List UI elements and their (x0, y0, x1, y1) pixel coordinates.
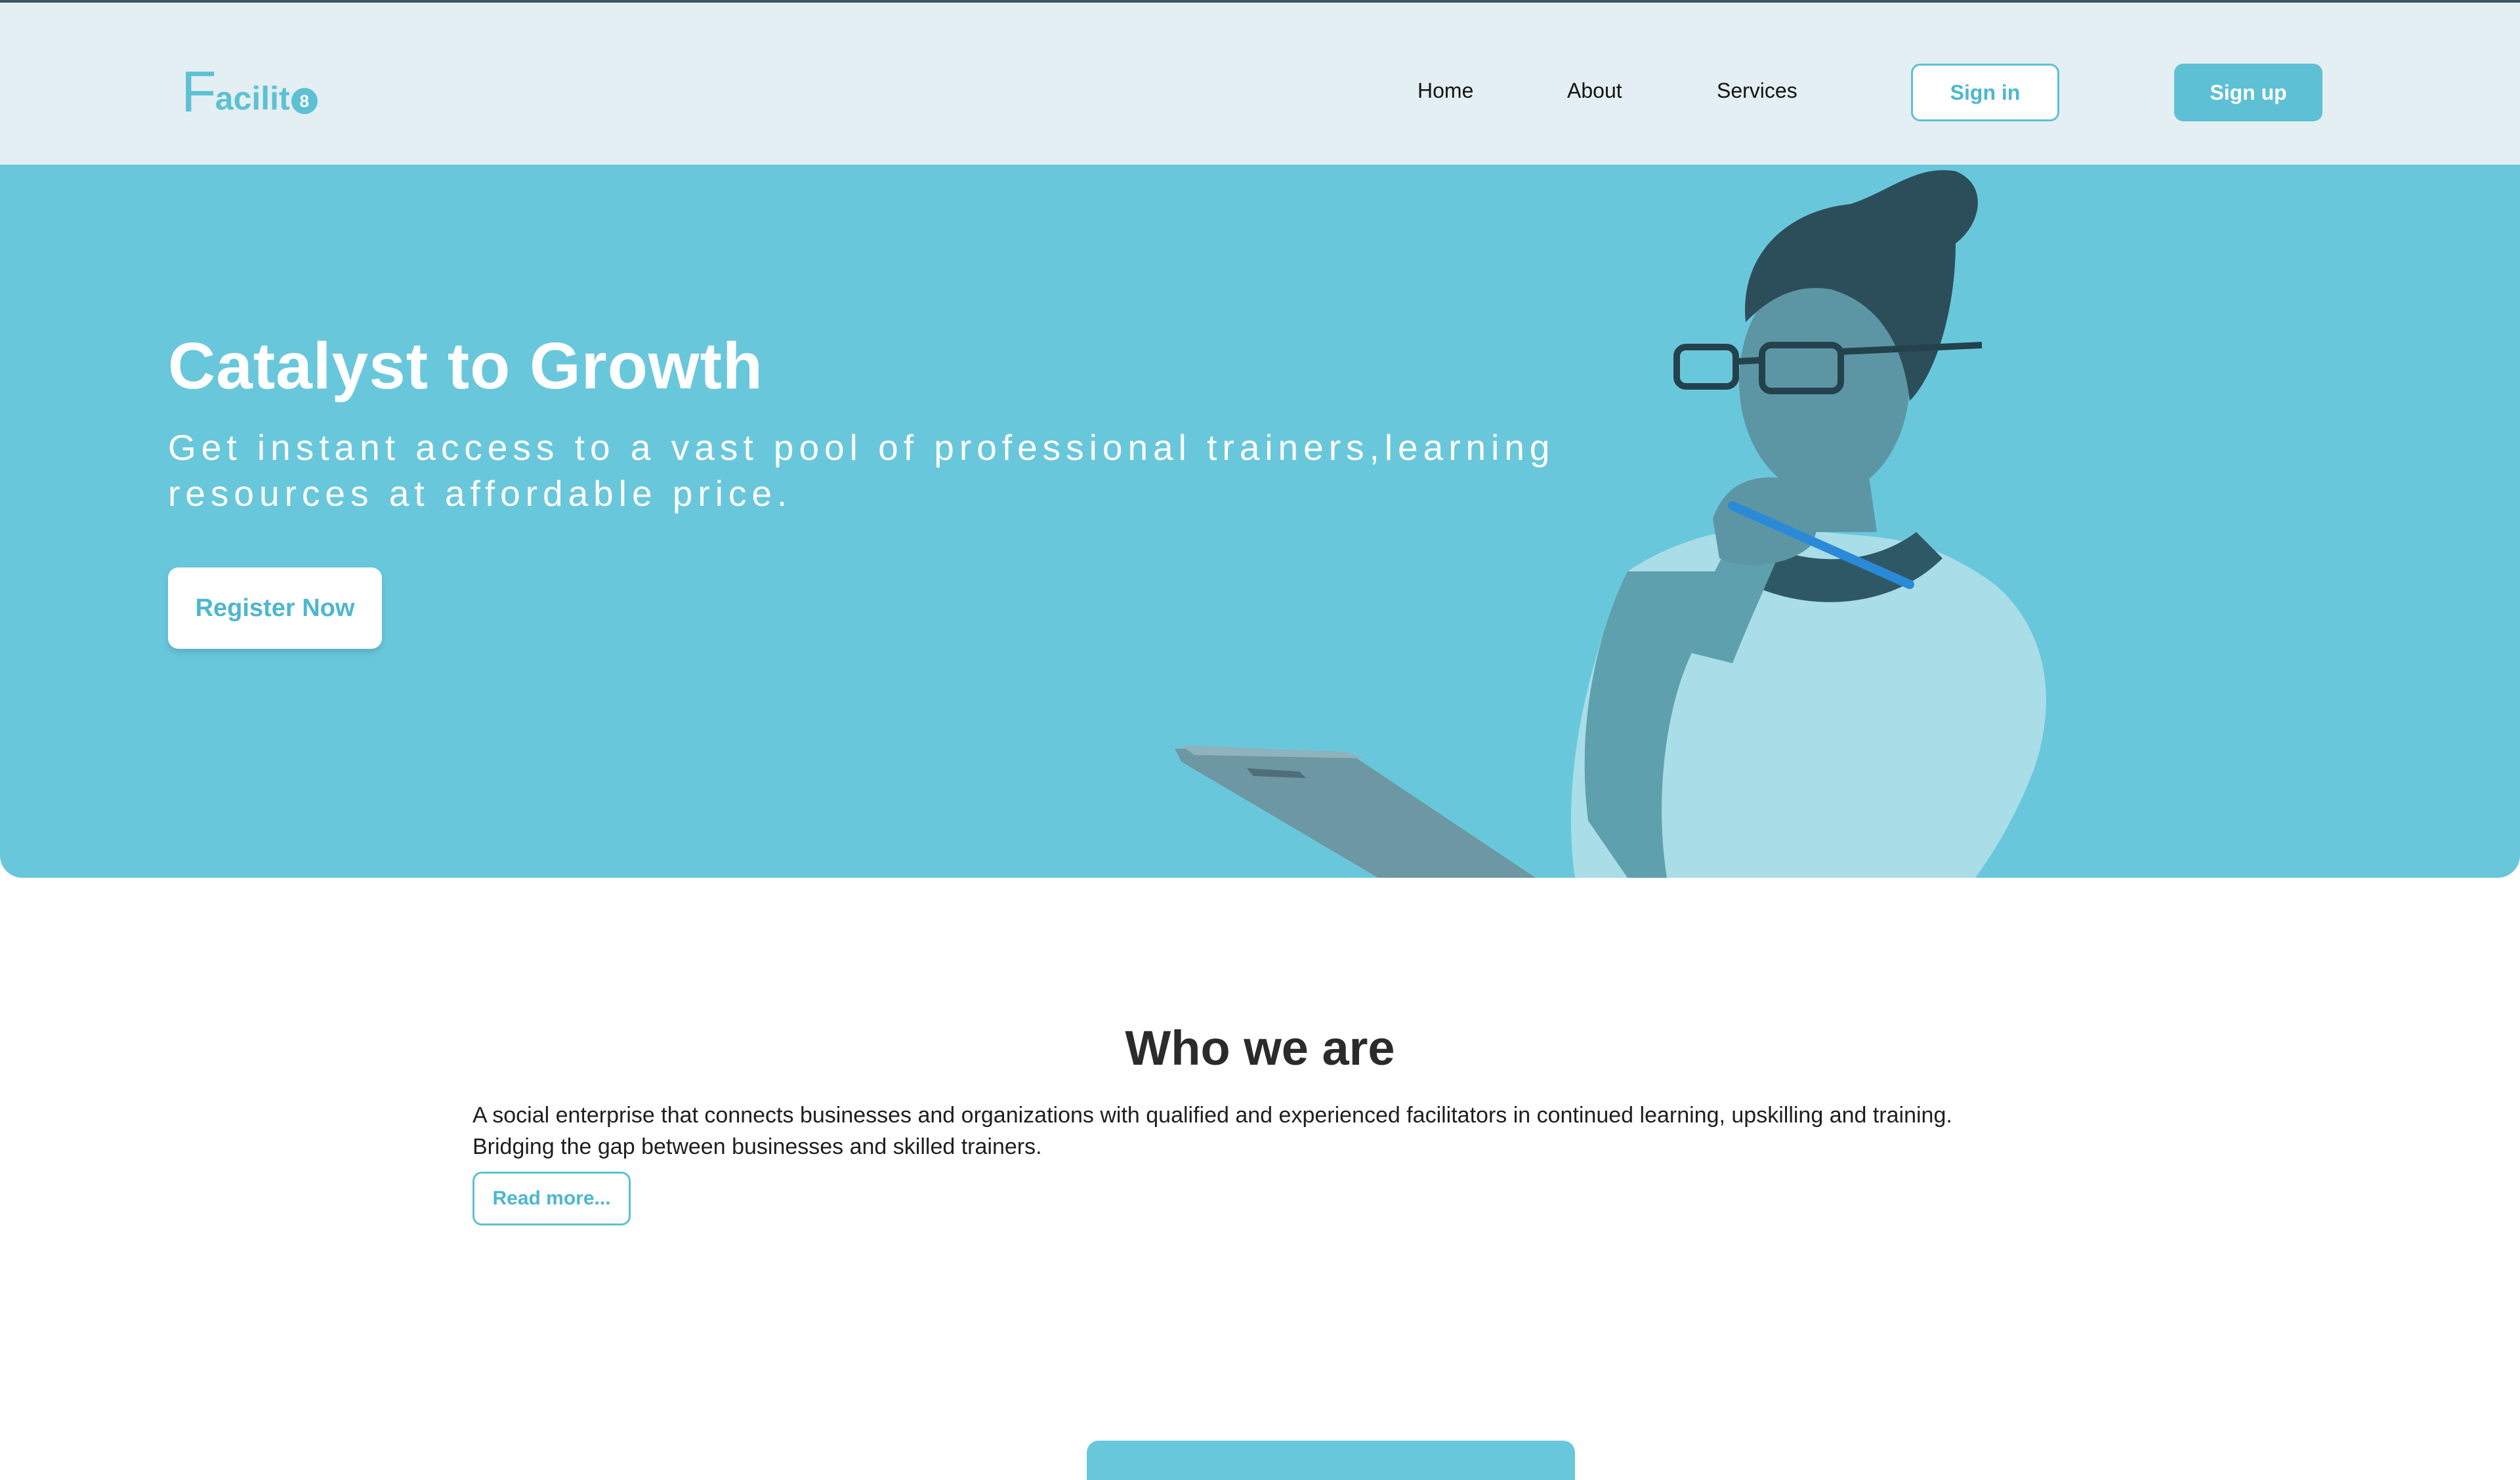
sign-up-button[interactable]: Sign up (2174, 64, 2322, 121)
nav-about-link[interactable]: About (1567, 79, 1622, 103)
register-now-button[interactable]: Register Now (168, 567, 382, 649)
nav-services-link[interactable]: Services (1717, 79, 1797, 103)
site-header: F acilit 8 Home About Services Sign in S… (0, 3, 2520, 165)
sign-in-button[interactable]: Sign in (1911, 64, 2059, 121)
who-we-are-heading: Who we are (1125, 1021, 1395, 1075)
hero-title: Catalyst to Growth (168, 329, 763, 403)
logo-badge: 8 (291, 88, 318, 114)
woman-with-clipboard-illustration (1175, 170, 2046, 878)
read-more-button[interactable]: Read more... (472, 1172, 631, 1225)
hero-banner: Catalyst to Growth Get instant access to… (0, 165, 2520, 878)
logo-letter: F (181, 59, 217, 124)
logo-text: acilit (215, 80, 290, 117)
next-section-card (1087, 1441, 1575, 1480)
facilit8-logo[interactable]: F acilit 8 (181, 59, 318, 124)
clipboard-shape (1175, 745, 1536, 878)
nav-home-link[interactable]: Home (1418, 79, 1473, 103)
who-we-are-text: A social enterprise that connects busine… (472, 1103, 1952, 1159)
